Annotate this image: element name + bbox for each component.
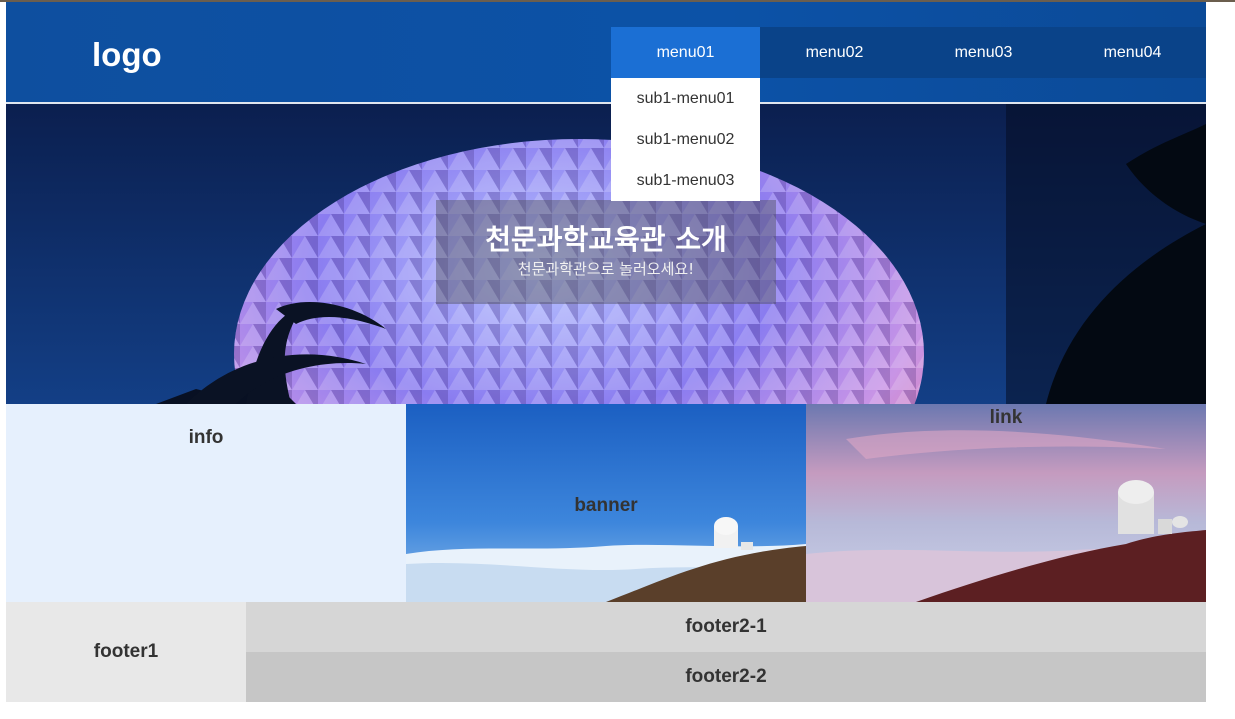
nav-menu02[interactable]: menu02 (760, 27, 909, 78)
menu01-dropdown: sub1-menu01 sub1-menu02 sub1-menu03 (611, 78, 760, 201)
hero-caption: 천문과학교육관 소개 천문과학관으로 놀러오세요! (436, 200, 776, 304)
site-logo[interactable]: logo (92, 36, 162, 74)
link-image (806, 404, 1206, 602)
banner-box[interactable]: banner (406, 404, 806, 602)
submenu-item-1[interactable]: sub1-menu01 (611, 78, 760, 119)
submenu-item-3[interactable]: sub1-menu03 (611, 160, 760, 201)
page: logo menu01 menu02 menu03 menu04 sub1-me… (6, 2, 1206, 702)
link-label: link (989, 407, 1023, 428)
info-label: info (188, 427, 224, 448)
nav-menu03[interactable]: menu03 (909, 27, 1058, 78)
site-header: logo menu01 menu02 menu03 menu04 (6, 2, 1206, 104)
footer1: footer1 (6, 602, 246, 702)
hero-subtitle: 천문과학관으로 놀러오세요! (517, 260, 695, 278)
banner-label: banner (574, 495, 638, 516)
hero-title: 천문과학교육관 소개 (485, 223, 727, 256)
nav-menu04[interactable]: menu04 (1058, 27, 1207, 78)
submenu-item-2[interactable]: sub1-menu02 (611, 119, 760, 160)
footer2-2: footer2-2 (246, 652, 1206, 702)
info-box: info (6, 404, 406, 602)
footer2-1: footer2-1 (246, 602, 1206, 652)
nav-menu01[interactable]: menu01 (611, 27, 760, 78)
main-nav: menu01 menu02 menu03 menu04 (611, 27, 1206, 78)
hero-slide: 천문과학교육관 소개 천문과학관으로 놀러오세요! (6, 104, 1206, 404)
link-box[interactable]: link (806, 404, 1206, 602)
